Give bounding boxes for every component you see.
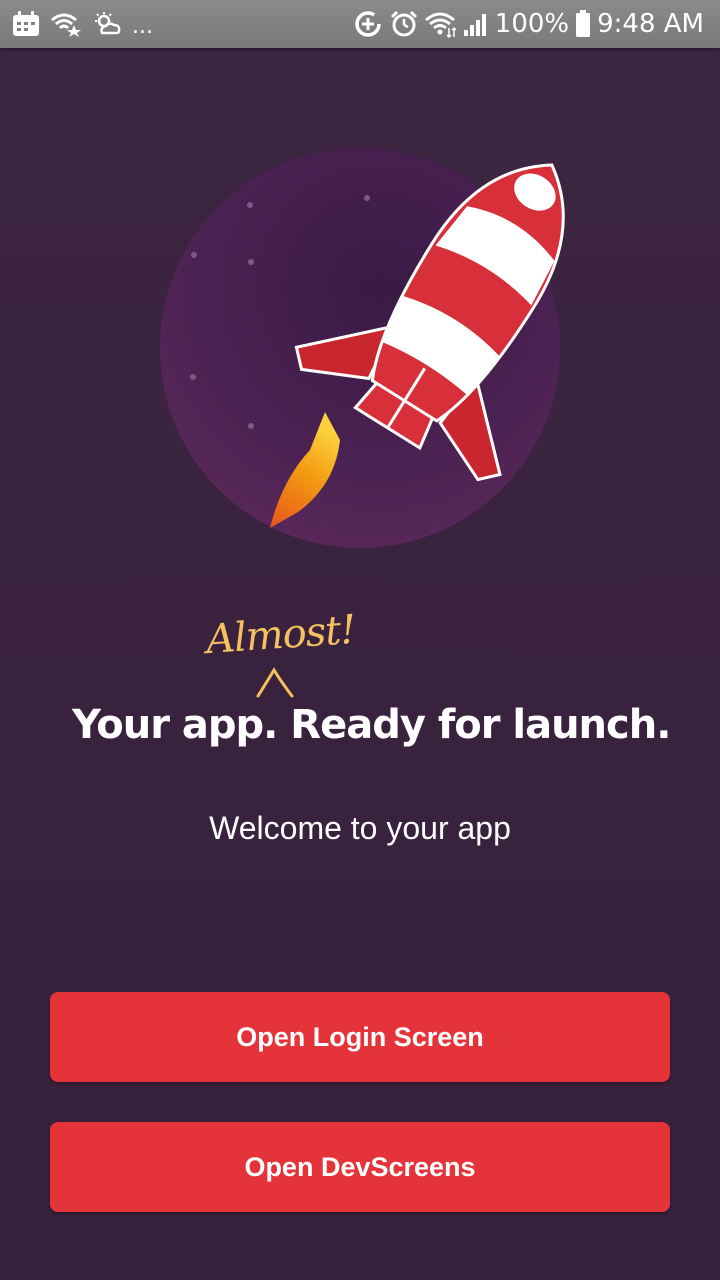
alarm-icon [389,9,419,39]
battery-percent: 100% [494,9,570,39]
status-bar-left: ... [12,0,153,48]
signal-icon [463,11,489,37]
calendar-icon [12,11,40,37]
status-overflow: ... [132,13,153,39]
launch-screen: ... 100% 9:48 AM Almost! Your app. Ready… [0,0,720,1280]
battery-icon [575,10,591,38]
wifi-star-icon [50,11,82,37]
status-bar: ... 100% 9:48 AM [0,0,720,48]
almost-annotation: Almost! [204,606,357,664]
clock: 9:48 AM [597,9,704,39]
headline: Your app. Ready for launch. [72,702,671,748]
rocket-illustration [150,140,570,560]
data-saver-icon [353,9,383,39]
caret-mark-icon [256,667,294,698]
welcome-text: Welcome to your app [209,810,511,846]
open-devscreens-button[interactable]: Open DevScreens [50,1122,670,1212]
weather-icon [92,11,122,37]
open-login-screen-button[interactable]: Open Login Screen [50,992,670,1082]
wifi-icon [424,10,457,38]
status-bar-right: 100% 9:48 AM [353,0,704,48]
